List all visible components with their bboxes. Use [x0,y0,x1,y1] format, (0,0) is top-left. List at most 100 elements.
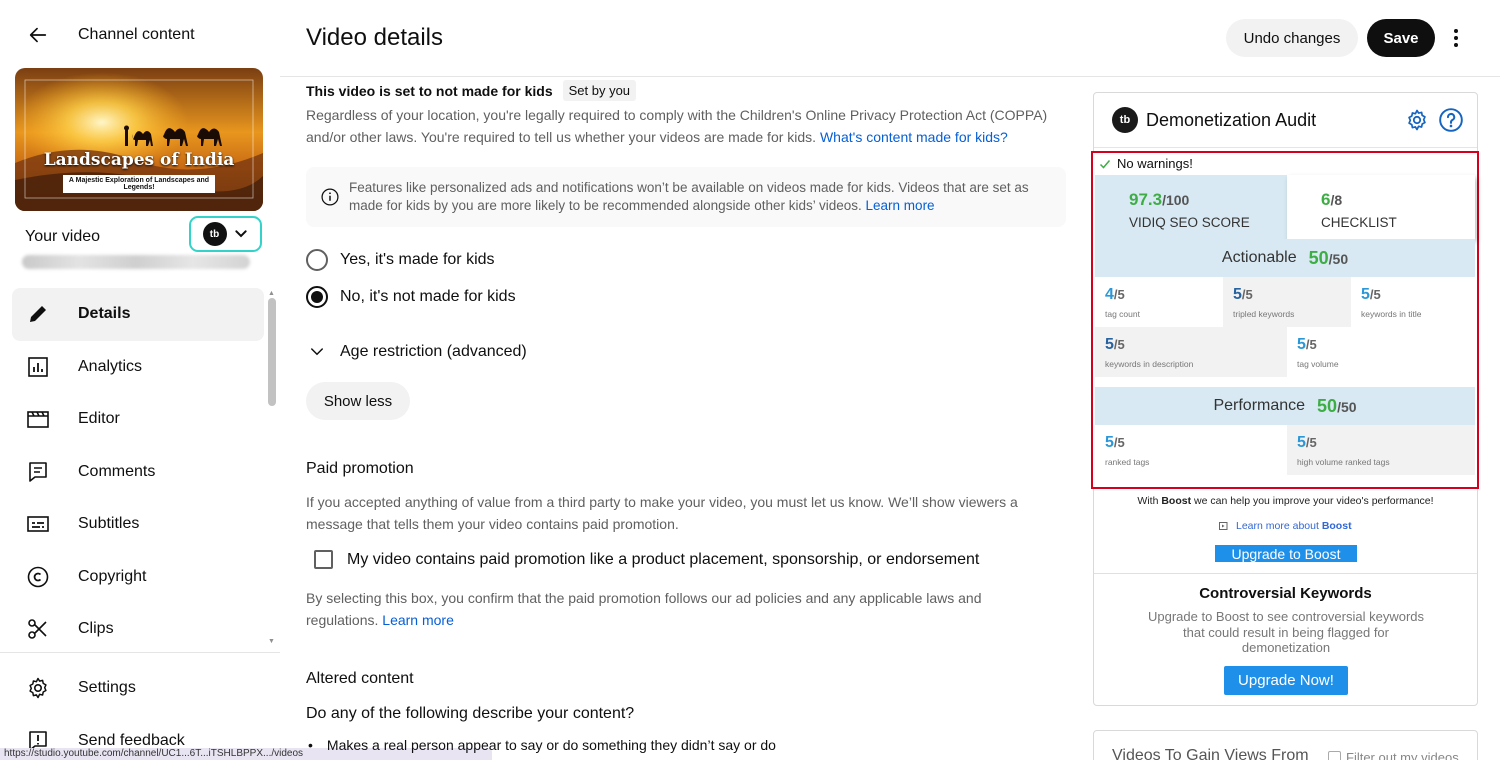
metric-value: 5/5 [1297,434,1475,452]
sidebar-item-settings[interactable]: Settings [12,662,264,715]
performance-number: 50 [1317,395,1338,416]
metric-tripled-keywords: 5/5 tripled keywords [1223,277,1351,327]
learn-more-boost-link[interactable]: Learn more about Boost [1218,520,1352,532]
undo-changes-button[interactable]: Undo changes [1226,19,1358,57]
metric-value: 5/5 [1297,336,1475,354]
metric-caption: keywords in title [1361,309,1422,319]
metric-tag-volume: 5/5 tag volume [1287,327,1475,377]
clapperboard-icon [25,406,51,432]
metric-keywords-in-title: 5/5 keywords in title [1351,277,1475,327]
paid-promotion-learn-more-link[interactable]: Learn more [382,612,454,628]
seo-score-tile[interactable]: 97.3/100 VIDIQ SEO SCORE [1095,175,1287,239]
metric-caption: ranked tags [1105,457,1150,467]
metric-denominator: /5 [1305,435,1317,450]
page-title: Video details [306,24,443,51]
metric-keywords-in-description: 5/5 keywords in description [1095,327,1287,377]
radio-made-for-kids[interactable]: Yes, it's made for kids [306,249,495,271]
actionable-number: 50 [1308,247,1329,268]
radio-button[interactable] [306,249,328,271]
show-less-button[interactable]: Show less [306,382,410,420]
sidebar-divider [0,652,280,653]
scroll-down-arrow[interactable]: ▼ [268,638,275,645]
sidebar-item-subtitles[interactable]: Subtitles [12,498,264,551]
metric-denominator: /5 [1369,287,1381,302]
checklist-value: 6/8 [1321,190,1342,210]
sidebar-item-label: Details [78,305,131,323]
boost-link-pre: Learn more about [1236,520,1322,532]
sidebar-item-label: Copyright [78,567,147,585]
altered-content-title: Altered content [306,670,414,687]
seo-score-denominator: /100 [1162,192,1190,208]
audit-score-box: No warnings! 97.3/100 VIDIQ SEO SCORE 6/… [1091,151,1479,489]
checkbox-label: My video contains paid promotion like a … [347,550,980,568]
paid-promotion-text: If you accepted anything of value from a… [306,494,1018,532]
tubebuddy-dropdown[interactable]: tb [189,216,262,252]
sidebar: Channel content Landscapes of India A Ma… [0,0,492,760]
thumbnail-subtitle: A Majestic Exploration of Landscapes and… [63,175,215,193]
sidebar-scrollbar[interactable] [268,298,276,406]
videos-to-gain-views-title: Videos To Gain Views From [1112,747,1309,760]
comment-icon [25,459,51,485]
subtitles-icon [25,511,51,537]
checkmark-icon [1099,159,1111,169]
video-thumbnail[interactable]: Landscapes of India A Majestic Explorati… [15,68,263,211]
metric-caption: keywords in description [1105,359,1194,369]
filter-my-videos[interactable]: Filter out my videos [1328,750,1459,760]
radio-button-selected[interactable] [306,286,328,308]
radio-not-made-for-kids[interactable]: No, it's not made for kids [306,286,516,308]
performance-band: Performance 50/50 [1095,387,1475,425]
sidebar-item-editor[interactable]: Editor [12,393,264,446]
panel-title: Demonetization Audit [1146,109,1317,130]
kids-info-box: Features like personalized ads and notif… [306,167,1066,227]
more-options-button[interactable] [1444,23,1468,53]
metric-tag-count: 4/5 tag count [1095,277,1223,327]
metric-value: 5/5 [1233,286,1351,304]
radio-label: Yes, it's made for kids [340,251,495,268]
kids-status-title: This video is set to not made for kids [306,82,553,99]
boost-text-post: we can help you improve your video's per… [1191,495,1434,507]
no-warnings-text: No warnings! [1117,156,1193,171]
metric-number: 5 [1105,434,1114,451]
checklist-tile[interactable]: 6/8 CHECKLIST [1287,175,1475,239]
thumbnail-title: Landscapes of India [43,150,235,170]
checklist-label: CHECKLIST [1321,215,1397,230]
performance-score: 50/50 [1317,396,1357,417]
more-vert-icon [1454,29,1458,47]
chevron-down-icon [311,348,323,356]
sidebar-item-analytics[interactable]: Analytics [12,341,264,394]
sidebar-item-comments[interactable]: Comments [12,446,264,499]
paid-promotion-checkbox-row[interactable]: My video contains paid promotion like a … [314,550,979,569]
paid-promotion-checkbox[interactable] [314,550,333,569]
back-button[interactable] [18,15,58,55]
help-icon[interactable] [1438,107,1464,133]
altered-content-bullet: • Makes a real person appear to say or d… [308,737,776,753]
sidebar-item-label: Analytics [78,357,143,375]
sidebar-item-copyright[interactable]: Copyright [12,551,264,604]
sidebar-item-details[interactable]: Details [12,288,264,341]
channel-content-title: Channel content [78,26,195,43]
upgrade-now-button[interactable]: Upgrade Now! [1224,666,1348,695]
video-icon [1219,522,1228,530]
scissors-icon [25,616,51,642]
metric-caption: tripled keywords [1233,309,1295,319]
metric-high-volume-ranked-tags: 5/5 high volume ranked tags [1287,425,1475,475]
metric-ranked-tags: 5/5 ranked tags [1095,425,1287,475]
actionable-band: Actionable 50/50 [1095,239,1475,277]
kids-info-learn-more-link[interactable]: Learn more [866,198,935,213]
upgrade-to-boost-button[interactable]: Upgrade to Boost [1215,545,1357,562]
age-restriction-toggle[interactable]: Age restriction (advanced) [308,343,527,361]
gear-icon[interactable] [1405,108,1429,132]
metric-value: 5/5 [1105,336,1287,354]
performance-label: Performance [1213,397,1306,414]
filter-checkbox[interactable] [1328,751,1341,760]
scroll-up-arrow[interactable]: ▲ [268,290,275,297]
sidebar-item-label: Settings [78,679,136,697]
metric-denominator: /5 [1113,287,1125,302]
header-divider [280,76,1500,77]
save-button[interactable]: Save [1367,19,1435,57]
arrow-left-icon [29,27,47,43]
sidebar-item-clips[interactable]: Clips [12,603,264,656]
made-for-kids-link[interactable]: What's content made for kids? [820,129,1008,145]
panel-divider [1094,573,1477,574]
video-link-blurred [22,255,250,269]
